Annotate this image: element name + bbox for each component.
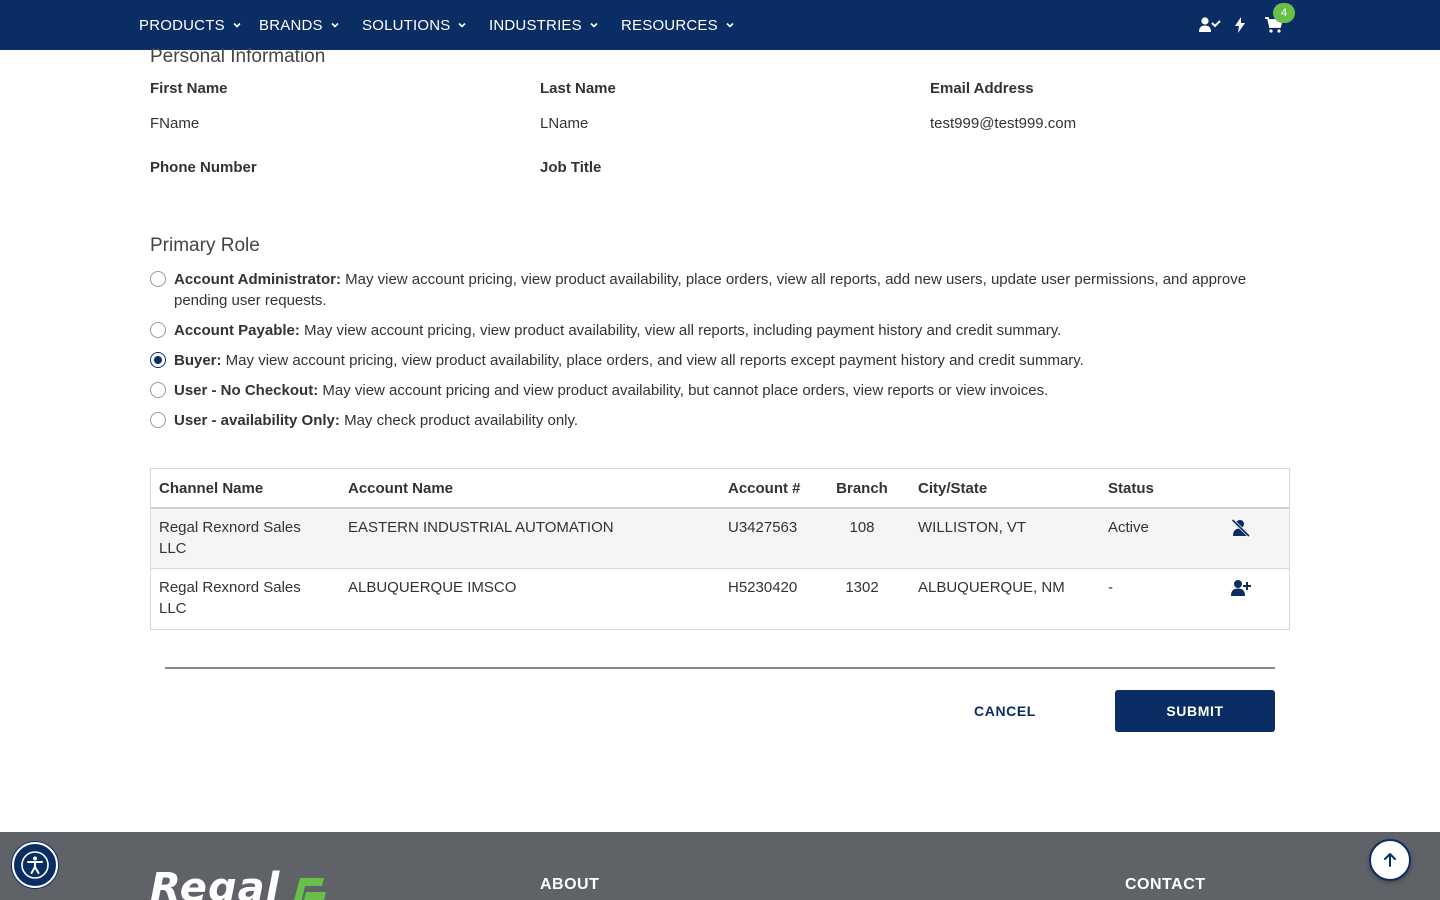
cell-status: Active (1108, 519, 1149, 536)
cell-account-number: U3427563 (728, 519, 798, 536)
regal-logo[interactable]: Regal (150, 868, 328, 900)
cell-channel-name: Regal Rexnord Sales LLC (159, 519, 301, 557)
table-header-row: Channel Name Account Name Account # Bran… (151, 469, 1289, 509)
first-name-label: First Name (150, 80, 228, 97)
radio-button[interactable] (150, 271, 166, 287)
logo-text: Regal (150, 865, 281, 900)
cell-city-state: ALBUQUERQUE, NM (918, 579, 1065, 596)
email-label: Email Address (930, 80, 1034, 97)
role-option-user-no-checkout[interactable]: User - No Checkout: May view account pri… (150, 380, 1280, 401)
user-account-icon[interactable] (1199, 0, 1221, 50)
chevron-down-icon (726, 22, 734, 28)
role-description: Account Payable: May view account pricin… (174, 322, 1062, 339)
header-account-name: Account Name (348, 480, 454, 497)
nav-products[interactable]: PRODUCTS (139, 0, 242, 50)
nav-solutions[interactable]: SOLUTIONS (362, 0, 467, 50)
cell-branch: 108 (849, 519, 875, 536)
radio-button-selected[interactable] (150, 352, 166, 368)
logo-mark-icon (294, 878, 327, 900)
header-branch: Branch (836, 480, 888, 497)
nav-products-label: PRODUCTS (139, 16, 225, 34)
header-status: Status (1108, 480, 1154, 497)
last-name-value: LName (540, 115, 589, 132)
cancel-button[interactable]: CANCEL (945, 690, 1065, 732)
accounts-table: Channel Name Account Name Account # Bran… (150, 468, 1290, 630)
header-channel-name: Channel Name (159, 480, 264, 497)
footer-contact-heading[interactable]: CONTACT (1125, 876, 1206, 894)
nav-solutions-label: SOLUTIONS (362, 16, 451, 34)
footer-about-heading[interactable]: ABOUT (540, 876, 599, 894)
first-name-value: FName (150, 115, 200, 132)
top-navigation-bar: PRODUCTS BRANDS SOLUTIONS INDUSTRIES RES… (0, 0, 1440, 50)
job-title-label: Job Title (540, 159, 602, 176)
nav-resources-label: RESOURCES (621, 16, 718, 34)
nav-brands-label: BRANDS (259, 16, 323, 34)
cell-branch: 1302 (845, 579, 879, 596)
role-option-account-payable[interactable]: Account Payable: May view account pricin… (150, 320, 1280, 341)
bolt-icon[interactable] (1235, 0, 1245, 50)
nav-brands[interactable]: BRANDS (259, 0, 340, 50)
footer: Regal ABOUT CONTACT (0, 832, 1440, 900)
cell-channel-name: Regal Rexnord Sales LLC (159, 579, 301, 617)
role-option-account-administrator[interactable]: Account Administrator: May view account … (150, 269, 1280, 311)
section-divider (165, 667, 1275, 669)
role-option-user-availability-only[interactable]: User - availability Only: May check prod… (150, 410, 1280, 431)
role-description: User - availability Only: May check prod… (174, 412, 579, 429)
chevron-down-icon (233, 22, 241, 28)
header-city-state: City/State (918, 480, 988, 497)
primary-role-title: Primary Role (150, 235, 260, 256)
radio-button[interactable] (150, 412, 166, 428)
submit-button[interactable]: SUBMIT (1115, 690, 1275, 732)
last-name-label: Last Name (540, 80, 616, 97)
cell-account-number: H5230420 (728, 579, 798, 596)
cell-status: - (1108, 579, 1113, 596)
table-row: Regal Rexnord Sales LLC ALBUQUERQUE IMSC… (151, 569, 1289, 629)
phone-label: Phone Number (150, 159, 257, 176)
remove-user-icon[interactable] (1231, 518, 1253, 539)
accessibility-icon (21, 851, 49, 879)
scroll-to-top-button[interactable] (1369, 839, 1411, 881)
radio-button[interactable] (150, 322, 166, 338)
add-user-icon[interactable] (1231, 579, 1253, 599)
arrow-up-icon (1384, 853, 1396, 867)
nav-resources[interactable]: RESOURCES (621, 0, 735, 50)
radio-button[interactable] (150, 382, 166, 398)
table-row: Regal Rexnord Sales LLC EASTERN INDUSTRI… (151, 509, 1289, 569)
chevron-down-icon (331, 22, 339, 28)
chevron-down-icon (590, 22, 598, 28)
cell-city-state: WILLISTON, VT (918, 519, 1027, 536)
personal-info-title: Personal Information (150, 46, 326, 67)
chevron-down-icon (458, 22, 467, 28)
header-account-number: Account # (728, 480, 801, 497)
cell-account-name: ALBUQUERQUE IMSCO (348, 579, 517, 596)
accessibility-button[interactable] (12, 842, 58, 888)
email-value: test999@test999.com (930, 115, 1077, 132)
role-description: Buyer: May view account pricing, view pr… (174, 352, 1084, 369)
nav-industries-label: INDUSTRIES (489, 16, 582, 34)
cart-count-badge: 4 (1273, 3, 1295, 23)
role-option-buyer[interactable]: Buyer: May view account pricing, view pr… (150, 350, 1280, 371)
cell-account-name: EASTERN INDUSTRIAL AUTOMATION (348, 519, 614, 536)
role-description: User - No Checkout: May view account pri… (174, 382, 1049, 399)
role-description: Account Administrator: May view account … (174, 271, 1247, 309)
nav-industries[interactable]: INDUSTRIES (489, 0, 599, 50)
